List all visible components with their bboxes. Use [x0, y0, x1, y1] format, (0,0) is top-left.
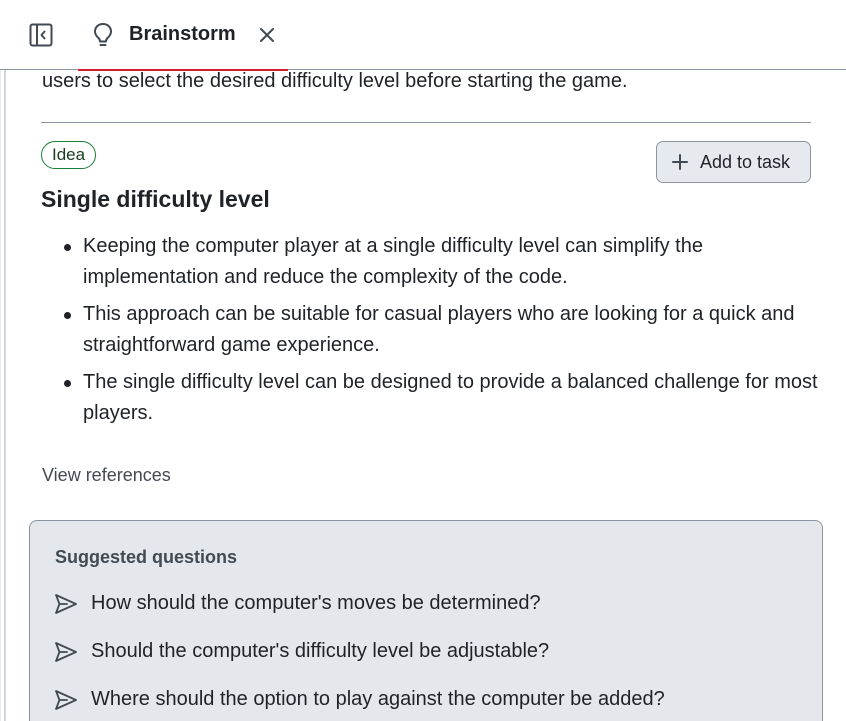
question-text: How should the computer's moves be deter…	[91, 592, 541, 614]
lightbulb-icon	[92, 22, 114, 48]
suggested-question[interactable]: Where should the option to play against …	[54, 685, 794, 715]
suggested-question[interactable]: Should the computer's difficulty level b…	[54, 637, 794, 667]
bullet-text: The single difficulty level can be desig…	[83, 371, 818, 424]
plus-icon	[671, 153, 689, 171]
suggested-questions-panel: Suggested questions How should the compu…	[29, 520, 823, 721]
send-icon	[54, 641, 78, 663]
bullet-dot	[64, 380, 71, 387]
tab-brainstorm[interactable]: Brainstorm	[78, 0, 288, 71]
list-item: This approach can be suitable for casual…	[41, 299, 821, 361]
previous-idea-text: users to select the desired difficulty l…	[42, 70, 628, 92]
tab-label: Brainstorm	[129, 23, 236, 45]
idea-badge: Idea	[41, 141, 97, 169]
add-to-task-label: Add to task	[700, 152, 791, 172]
bullet-dot	[64, 244, 71, 251]
idea-bullet-list: Keeping the computer player at a single …	[41, 231, 821, 435]
question-text: Where should the option to play against …	[91, 688, 665, 710]
list-item: Keeping the computer player at a single …	[41, 231, 821, 293]
sidebar-toggle-icon[interactable]	[29, 23, 53, 47]
send-icon	[54, 689, 78, 711]
close-icon[interactable]	[258, 26, 276, 44]
question-text: Should the computer's difficulty level b…	[91, 640, 550, 662]
send-icon	[54, 593, 78, 615]
suggested-questions-title: Suggested questions	[55, 547, 238, 567]
list-item: The single difficulty level can be desig…	[41, 367, 821, 429]
bullet-text: This approach can be suitable for casual…	[83, 303, 795, 356]
idea-title: Single difficulty level	[41, 186, 270, 212]
section-divider	[41, 122, 811, 123]
suggested-question[interactable]: How should the computer's moves be deter…	[54, 589, 794, 619]
brainstorm-panel: Brainstorm users to select the desired d…	[0, 0, 846, 721]
bullet-dot	[64, 312, 71, 319]
left-border	[0, 70, 1, 721]
view-references-link[interactable]: View references	[42, 465, 171, 486]
panel-header: Brainstorm	[0, 0, 846, 71]
bullet-text: Keeping the computer player at a single …	[83, 235, 703, 288]
left-rule	[4, 70, 6, 721]
add-to-task-button[interactable]: Add to task	[656, 141, 811, 183]
